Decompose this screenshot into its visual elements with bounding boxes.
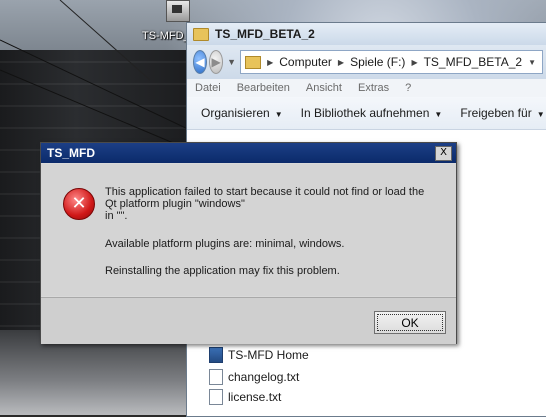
explorer-commandbar: Organisieren ▼ In Bibliothek aufnehmen ▼ F… xyxy=(187,97,546,130)
share-with-label: Freigeben für xyxy=(460,106,532,120)
menu-ansicht[interactable]: Ansicht xyxy=(306,82,342,94)
close-button[interactable]: X xyxy=(435,145,452,161)
file-name: changelog.txt xyxy=(228,370,300,384)
error-message-line3: in "". xyxy=(105,210,128,222)
reinstall-hint-text: Reinstalling the application may fix thi… xyxy=(105,265,340,277)
folder-icon xyxy=(245,55,262,69)
text-file-icon xyxy=(209,369,223,385)
explorer-titlebar[interactable]: TS_MFD_BETA_2 xyxy=(187,23,546,45)
share-with-button[interactable]: Freigeben für ▼ xyxy=(460,106,544,120)
menu-help[interactable]: ? xyxy=(405,82,411,94)
organize-button[interactable]: Organisieren ▼ xyxy=(201,106,283,120)
dialog-title: TS_MFD xyxy=(47,146,95,160)
chevron-right-icon[interactable]: ▶ xyxy=(411,58,417,67)
available-plugins-text: Available platform plugins are: minimal,… xyxy=(105,238,345,250)
add-to-library-button[interactable]: In Bibliothek aufnehmen ▼ xyxy=(301,106,443,120)
explorer-title: TS_MFD_BETA_2 xyxy=(215,27,315,41)
dialog-footer: OK xyxy=(41,297,456,344)
chevron-down-icon: ▼ xyxy=(434,110,443,119)
error-message-line2: Qt platform plugin "windows" xyxy=(105,198,245,210)
chevron-down-icon[interactable]: ▼ xyxy=(528,58,536,67)
chevron-down-icon: ▼ xyxy=(274,110,283,119)
file-item-changelog[interactable]: changelog.txt xyxy=(209,369,299,385)
chevron-right-icon[interactable]: ▶ xyxy=(338,58,344,67)
back-arrow-icon[interactable]: ◀ xyxy=(193,50,208,74)
ok-button[interactable]: OK xyxy=(374,311,446,334)
breadcrumb-computer[interactable]: Computer xyxy=(279,55,332,69)
forward-arrow-icon[interactable]: ▶ xyxy=(209,50,224,74)
chevron-right-icon[interactable]: ▶ xyxy=(267,58,273,67)
chevron-down-icon: ▼ xyxy=(536,110,545,119)
dialog-titlebar[interactable]: TS_MFD X xyxy=(41,143,456,163)
address-bar[interactable]: ▶ Computer ▶ Spiele (F:) ▶ TS_MFD_BETA_2… xyxy=(240,50,543,74)
file-item-license[interactable]: license.txt xyxy=(209,389,281,405)
file-name: license.txt xyxy=(228,390,282,404)
file-name: TS-MFD Home xyxy=(228,348,309,362)
breadcrumb-folder[interactable]: TS_MFD_BETA_2 xyxy=(424,55,522,69)
menu-extras[interactable]: Extras xyxy=(358,82,389,94)
app-icon xyxy=(209,347,223,363)
explorer-address-row: ◀ ▶ ▼ ▶ Computer ▶ Spiele (F:) ▶ TS_MFD_… xyxy=(187,45,546,79)
dialog-body: ✕ This application failed to start becau… xyxy=(41,164,456,296)
application-icon xyxy=(166,0,190,22)
explorer-menubar: Datei Bearbeiten Ansicht Extras ? xyxy=(187,79,546,97)
folder-icon xyxy=(193,27,209,41)
add-to-library-label: In Bibliothek aufnehmen xyxy=(300,106,430,120)
text-file-icon xyxy=(209,389,223,405)
menu-datei[interactable]: Datei xyxy=(195,82,221,94)
menu-bearbeiten[interactable]: Bearbeiten xyxy=(237,82,290,94)
file-item-ts-mfd-home[interactable]: TS-MFD Home xyxy=(209,347,309,363)
organize-label: Organisieren xyxy=(201,106,270,120)
error-message-line1: This application failed to start because… xyxy=(105,186,425,198)
error-icon: ✕ xyxy=(63,188,95,220)
breadcrumb-drive[interactable]: Spiele (F:) xyxy=(350,55,405,69)
desktop-shortcut-label: TS-MFD_ xyxy=(142,30,190,42)
error-dialog: TS_MFD X ✕ This application failed to st… xyxy=(40,142,457,344)
history-dropdown-icon[interactable]: ▼ xyxy=(227,57,236,67)
